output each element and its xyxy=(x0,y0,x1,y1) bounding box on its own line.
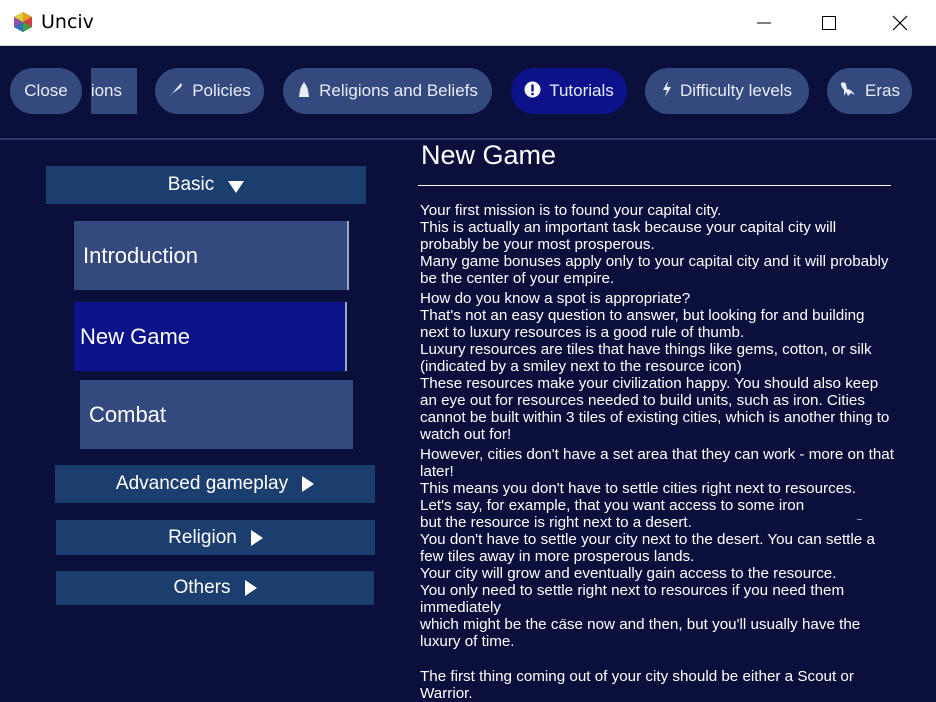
title-bar: Unciv xyxy=(0,0,936,46)
text-marker xyxy=(857,519,862,520)
sidebar-item-new-game[interactable]: New Game xyxy=(74,302,347,371)
close-window-button[interactable] xyxy=(877,0,923,45)
tab-nations-clipped[interactable]: ions xyxy=(91,68,137,114)
praying-hands-icon xyxy=(297,81,311,102)
sidebar-item-introduction[interactable]: Introduction xyxy=(74,221,349,290)
paragraph-3: However, cities don't have a set area th… xyxy=(420,446,894,650)
category-others[interactable]: Others xyxy=(56,571,374,605)
maximize-button[interactable] xyxy=(806,0,852,45)
chevron-down-icon xyxy=(228,181,245,193)
chevron-right-icon xyxy=(244,580,257,596)
content-title: New Game xyxy=(421,140,557,170)
close-icon xyxy=(892,15,908,30)
tab-policies[interactable]: Policies xyxy=(155,68,264,114)
category-basic[interactable]: Basic xyxy=(46,166,366,204)
close-pedia-button[interactable]: Close xyxy=(10,68,82,114)
category-religion[interactable]: Religion xyxy=(56,520,375,555)
window-title: Unciv xyxy=(41,11,94,33)
lightning-icon xyxy=(662,81,672,101)
exclamation-icon xyxy=(524,81,541,102)
category-advanced-gameplay[interactable]: Advanced gameplay xyxy=(55,465,375,503)
feather-icon xyxy=(168,81,184,101)
civilopedia-tab-bar: ions Close Policies Religions and Belief… xyxy=(0,46,936,140)
maximize-icon xyxy=(822,15,836,30)
chevron-right-icon xyxy=(250,529,263,546)
tab-difficulty-levels[interactable]: Difficulty levels xyxy=(645,68,809,114)
sidebar-item-combat[interactable]: Combat xyxy=(80,380,353,449)
unciv-logo-icon xyxy=(14,12,32,32)
tab-eras[interactable]: Eras xyxy=(827,68,912,114)
text-marker xyxy=(561,619,566,620)
title-divider xyxy=(418,185,891,186)
dinosaur-icon xyxy=(839,81,857,101)
tab-religions-and-beliefs[interactable]: Religions and Beliefs xyxy=(283,68,492,114)
paragraph-2: How do you know a spot is appropriate? T… xyxy=(420,290,890,443)
tab-tutorials[interactable]: Tutorials xyxy=(511,68,627,114)
paragraph-1: Your first mission is to found your capi… xyxy=(420,202,889,287)
minimize-icon xyxy=(757,22,771,23)
chevron-right-icon xyxy=(302,476,315,492)
close-label: Close xyxy=(24,81,68,100)
minimize-button[interactable] xyxy=(741,0,787,45)
